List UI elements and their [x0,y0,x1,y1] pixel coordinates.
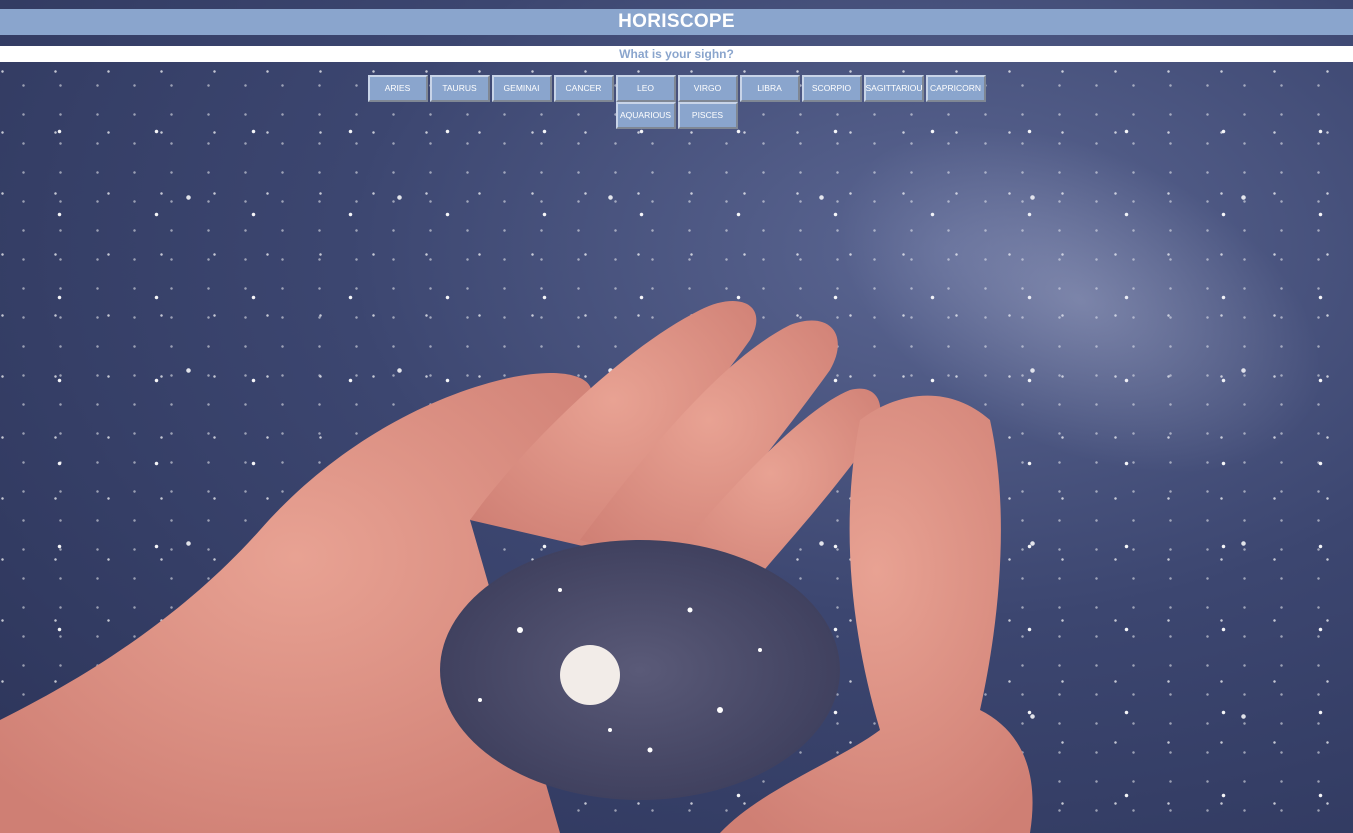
gemini-button[interactable]: GEMINAI [491,75,552,102]
scorpio-button[interactable]: SCORPIO [801,75,862,102]
pisces-button[interactable]: PISCES [677,102,738,129]
cancer-button[interactable]: CANCER [553,75,614,102]
zodiac-row-2: AQUARIOUS PISCES [0,102,1353,129]
page-title: HORISCOPE [618,11,735,32]
leo-button[interactable]: LEO [615,75,676,102]
header-bar: HORISCOPE [0,9,1353,35]
prompt-bar: What is your sighn? [0,46,1353,62]
sagittarius-button[interactable]: SAGITTARIOUS [863,75,924,102]
aquarius-button[interactable]: AQUARIOUS [615,102,676,129]
aries-button[interactable]: ARIES [367,75,428,102]
zodiac-button-group: ARIES TAURUS GEMINAI CANCER LEO VIRGO LIBRA SCO… [0,75,1353,129]
libra-button[interactable]: LIBRA [739,75,800,102]
virgo-button[interactable]: VIRGO [677,75,738,102]
zodiac-row-1: ARIES TAURUS GEMINAI CANCER LEO VIRGO LIBRA SCO… [0,75,1353,102]
taurus-button[interactable]: TAURUS [429,75,490,102]
prompt-text: What is your sighn? [619,47,734,61]
cupped-hands-illustration [0,301,1033,833]
capricorn-button[interactable]: CAPRICORN [925,75,986,102]
